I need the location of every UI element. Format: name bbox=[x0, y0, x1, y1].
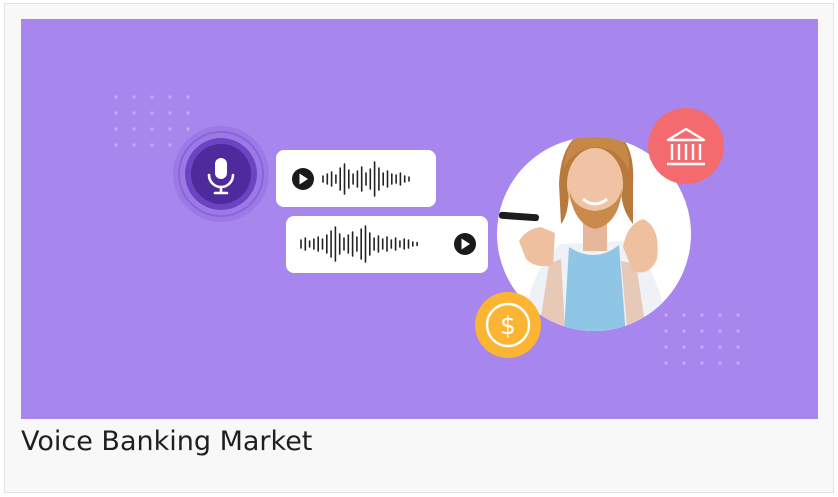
article-card[interactable]: $ Voice Banking Market bbox=[4, 3, 834, 493]
bank-badge bbox=[648, 108, 724, 184]
microphone-badge bbox=[173, 126, 269, 222]
card-title[interactable]: Voice Banking Market bbox=[21, 426, 312, 457]
hero-image[interactable]: $ bbox=[21, 19, 818, 419]
voice-message-bubble-1 bbox=[276, 150, 436, 207]
svg-text:$: $ bbox=[500, 311, 516, 340]
play-icon bbox=[292, 168, 314, 190]
voice-message-bubble-2 bbox=[286, 216, 488, 273]
play-icon bbox=[454, 233, 476, 255]
dollar-coin-icon: $ bbox=[500, 311, 516, 340]
dollar-coin-badge: $ bbox=[475, 292, 541, 358]
